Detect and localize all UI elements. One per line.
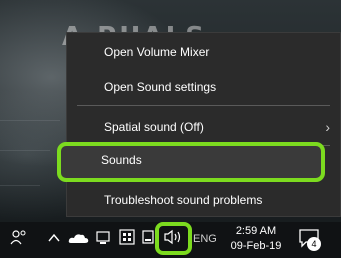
menu-item-label: Sounds: [101, 153, 142, 167]
menu-separator: [77, 105, 330, 106]
menu-item-label: Open Volume Mixer: [104, 45, 210, 59]
menu-item-troubleshoot-sound[interactable]: Troubleshoot sound problems: [67, 186, 340, 214]
notification-count-badge: 4: [307, 237, 321, 251]
chevron-right-icon: ›: [325, 119, 330, 135]
volume-icon-highlight: [155, 222, 192, 255]
language-indicator[interactable]: ENG: [193, 233, 217, 245]
menu-item-label: Troubleshoot sound problems: [104, 193, 263, 207]
menu-item-label: Open Sound settings: [104, 80, 217, 94]
clock-time: 2:59 AM: [235, 225, 277, 237]
menu-item-open-sound-settings[interactable]: Open Sound settings: [67, 73, 340, 101]
people-icon[interactable]: [8, 228, 30, 252]
network-icon[interactable]: [141, 228, 155, 252]
volume-context-menu: Open Volume Mixer Open Sound settings Sp…: [66, 32, 341, 217]
menu-item-sounds[interactable]: Sounds: [57, 142, 325, 182]
security-icon[interactable]: [118, 228, 136, 252]
chevron-up-icon[interactable]: [46, 228, 62, 252]
menu-item-open-volume-mixer[interactable]: Open Volume Mixer: [67, 38, 340, 66]
device-icon[interactable]: [94, 228, 112, 252]
menu-item-label: Spatial sound (Off): [104, 120, 204, 134]
taskbar-clock[interactable]: 2:59 AM 09-Feb-19: [228, 222, 284, 258]
menu-item-spatial-sound[interactable]: Spatial sound (Off) ›: [67, 113, 340, 141]
clock-date: 09-Feb-19: [230, 240, 282, 252]
onedrive-icon[interactable]: [66, 228, 90, 252]
